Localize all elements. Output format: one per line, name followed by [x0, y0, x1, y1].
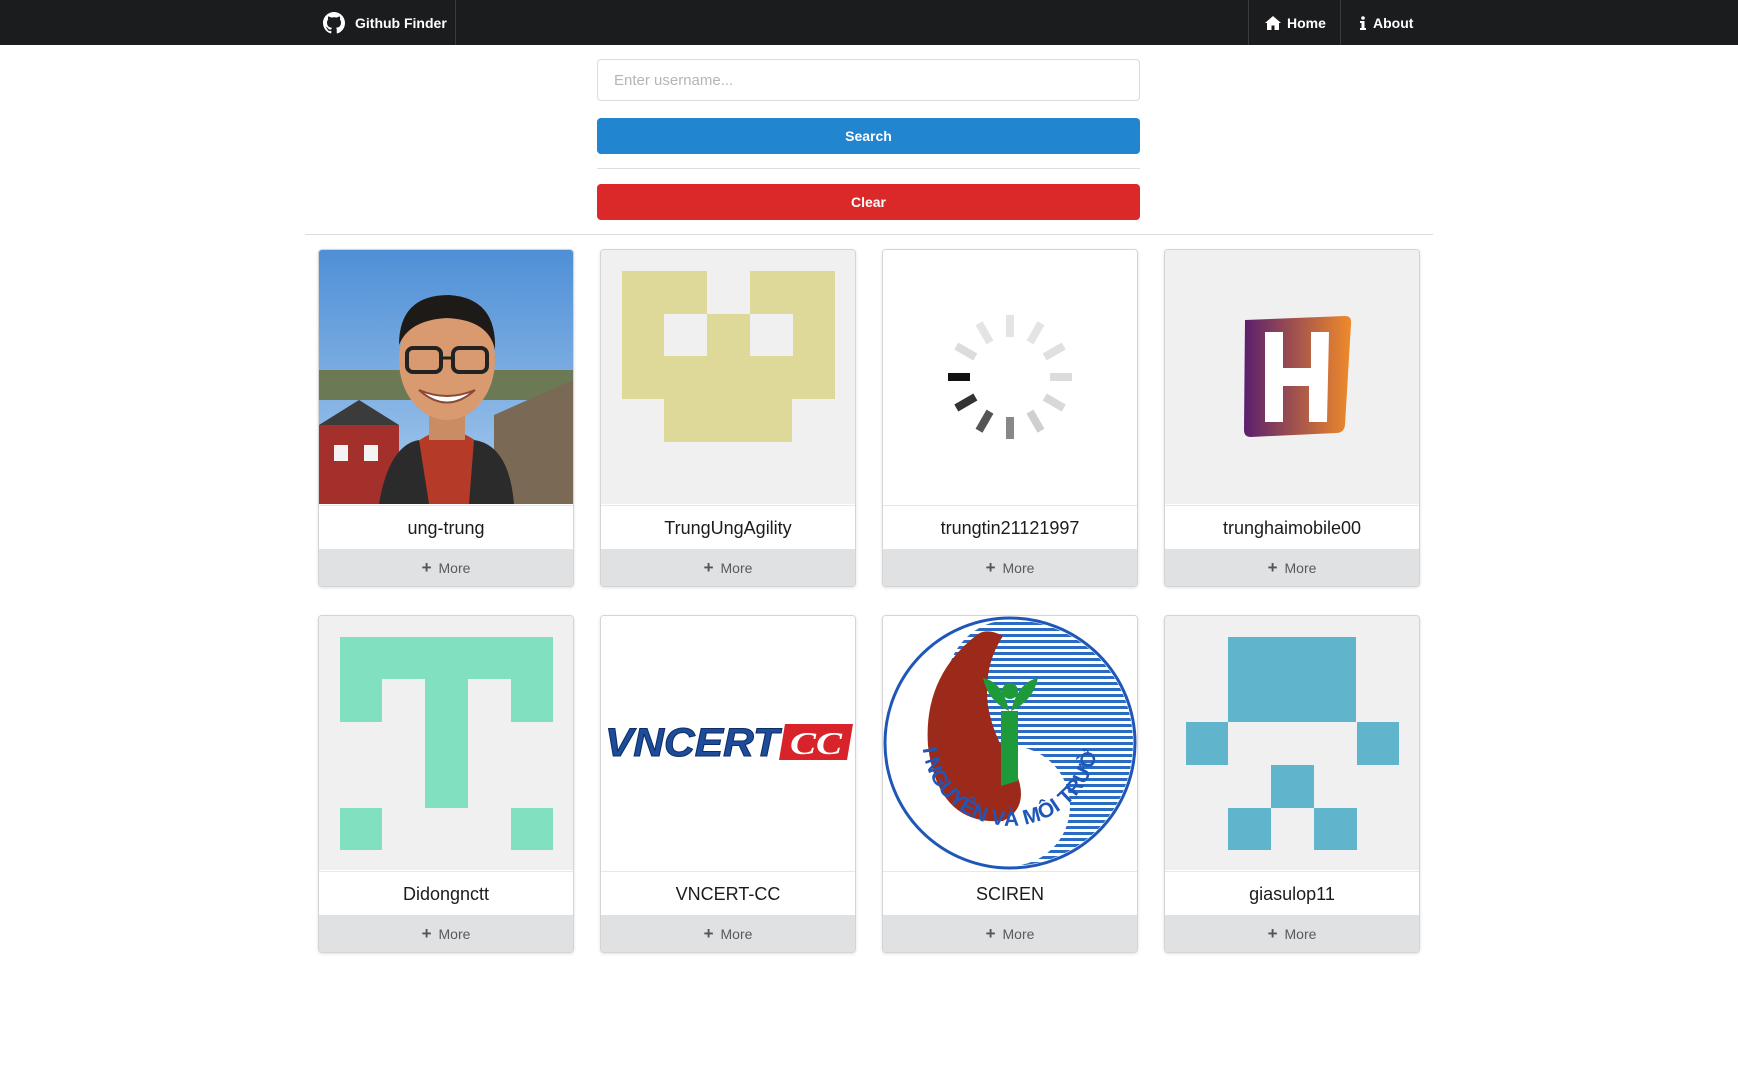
github-icon	[323, 11, 345, 33]
more-label: More	[1284, 559, 1317, 576]
info-icon	[1359, 15, 1367, 30]
plus-icon: +	[421, 923, 432, 943]
user-avatar: TÀI NGUYÊN VÀ MÔI TRƯỜNG	[883, 616, 1137, 870]
nav-divider	[1248, 0, 1249, 45]
more-label: More	[1002, 559, 1035, 576]
username-label: giasulop11	[1165, 871, 1419, 916]
brand-label: Github Finder	[355, 14, 447, 31]
user-avatar	[1165, 250, 1419, 504]
nav-home-link[interactable]: Home	[1265, 0, 1326, 45]
brand-link[interactable]: Github Finder	[323, 0, 447, 45]
vncert-logo-text: VNCERT	[605, 721, 783, 765]
more-button[interactable]: + More	[319, 549, 573, 586]
user-card: Didongnctt + More	[318, 615, 574, 953]
plus-icon: +	[985, 557, 996, 577]
plus-icon: +	[985, 923, 996, 943]
nav-about-link[interactable]: About	[1359, 0, 1413, 45]
nav-about-label: About	[1373, 14, 1414, 31]
vncert-logo-badge: CC	[790, 725, 843, 761]
plus-icon: +	[703, 923, 714, 943]
user-avatar	[319, 616, 573, 870]
nav-home-label: Home	[1287, 14, 1326, 31]
user-avatar	[883, 250, 1137, 504]
more-button[interactable]: + More	[1165, 915, 1419, 952]
more-label: More	[1284, 925, 1317, 942]
user-avatar	[601, 250, 855, 504]
home-icon	[1265, 15, 1281, 30]
form-divider	[597, 168, 1140, 169]
plus-icon: +	[1267, 557, 1278, 577]
username-label: trungtin21121997	[883, 505, 1137, 550]
more-label: More	[720, 559, 753, 576]
username-label: ung-trung	[319, 505, 573, 550]
clear-button[interactable]: Clear	[597, 184, 1140, 220]
plus-icon: +	[1267, 923, 1278, 943]
username-label: Didongnctt	[319, 871, 573, 916]
more-button[interactable]: + More	[601, 549, 855, 586]
username-label: VNCERT-CC	[601, 871, 855, 916]
top-navbar: Github Finder Home About	[0, 0, 1738, 45]
more-button[interactable]: + More	[883, 549, 1137, 586]
more-label: More	[438, 925, 471, 942]
more-button[interactable]: + More	[601, 915, 855, 952]
user-card: TrungUngAgility + More	[600, 249, 856, 587]
user-card: trungtin21121997 + More	[882, 249, 1138, 587]
username-label: TrungUngAgility	[601, 505, 855, 550]
user-avatar	[319, 250, 573, 504]
user-card: VNCERT CC VNCERT-CC + More	[600, 615, 856, 953]
username-label: SCIREN	[883, 871, 1137, 916]
section-divider	[305, 234, 1433, 235]
username-search-input[interactable]	[597, 59, 1140, 101]
search-button[interactable]: Search	[597, 118, 1140, 154]
user-card: TÀI NGUYÊN VÀ MÔI TRƯỜNG SCIREN + More	[882, 615, 1138, 953]
user-avatar: VNCERT CC	[601, 616, 855, 870]
more-label: More	[1002, 925, 1035, 942]
more-label: More	[720, 925, 753, 942]
nav-divider	[1340, 0, 1341, 45]
more-button[interactable]: + More	[883, 915, 1137, 952]
more-label: More	[438, 559, 471, 576]
more-button[interactable]: + More	[319, 915, 573, 952]
username-label: trunghaimobile00	[1165, 505, 1419, 550]
user-avatar	[1165, 616, 1419, 870]
user-card: ung-trung + More	[318, 249, 574, 587]
nav-divider	[455, 0, 456, 45]
plus-icon: +	[421, 557, 432, 577]
user-card: trunghaimobile00 + More	[1164, 249, 1420, 587]
user-card: giasulop11 + More	[1164, 615, 1420, 953]
more-button[interactable]: + More	[1165, 549, 1419, 586]
plus-icon: +	[703, 557, 714, 577]
